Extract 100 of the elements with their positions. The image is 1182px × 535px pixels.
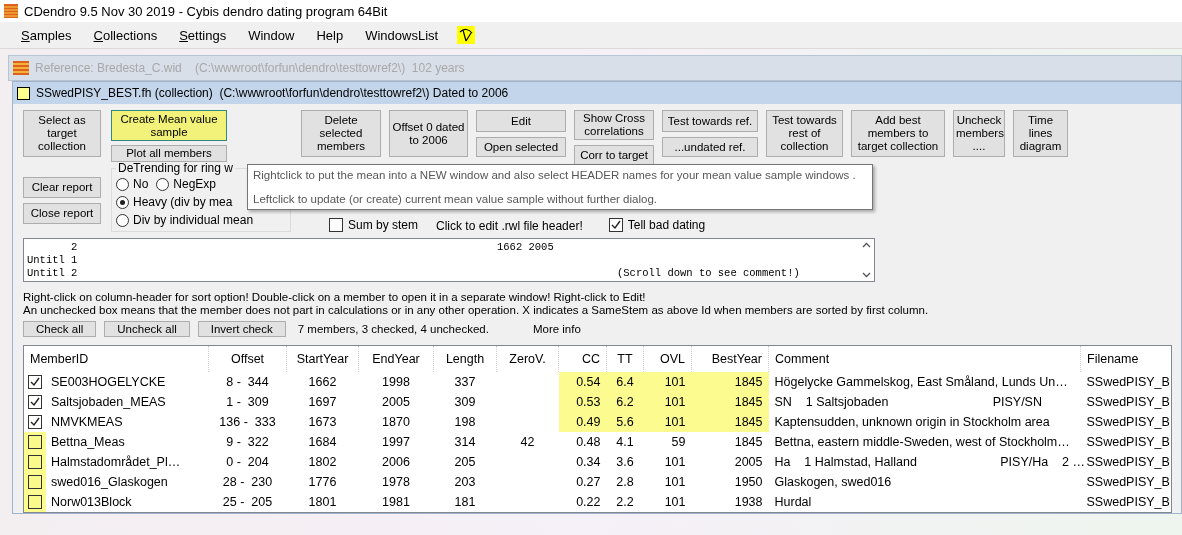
- edit-header-link[interactable]: Click to edit .rwl file header!: [436, 219, 583, 233]
- row-checkbox[interactable]: [28, 495, 42, 509]
- create-mean-button[interactable]: Create Mean value sample: [111, 110, 227, 141]
- row-checkbox[interactable]: [28, 435, 42, 449]
- column-header[interactable]: EndYear: [358, 345, 434, 372]
- table-cell: Hurdal: [768, 492, 1081, 513]
- sum-by-stem-checkbox[interactable]: Sum by stem: [329, 218, 419, 232]
- row-checkbox[interactable]: [28, 375, 42, 389]
- toolbar-button[interactable]: Delete selected members: [301, 110, 381, 157]
- report-text: (Scroll down to see comment!): [617, 267, 800, 280]
- tooltip-text: Rightclick to put the mean into a NEW window and also select HEADER names for your mean value sample windows .: [253, 169, 857, 181]
- table-cell: 1870: [358, 412, 434, 432]
- menu-item[interactable]: WindowsList: [354, 27, 450, 43]
- check-icon: [610, 220, 621, 230]
- reference-icon: [13, 61, 29, 75]
- table-cell: 1981: [358, 492, 434, 513]
- table-cell: 2005: [691, 452, 769, 472]
- table-cell: 1938: [691, 492, 769, 513]
- radio-circle[interactable]: [116, 177, 129, 191]
- menu-item[interactable]: Settings: [168, 27, 238, 43]
- table-cell: 1801: [286, 492, 359, 513]
- radio-option[interactable]: Heavy (div by mea: [116, 195, 233, 209]
- toolbar-button[interactable]: Uncheck members ....: [953, 110, 1005, 157]
- table-cell: SSwedPISY_B: [1080, 472, 1172, 492]
- row-checkbox[interactable]: [28, 455, 42, 469]
- menu-item[interactable]: Help: [305, 27, 355, 43]
- scroll-up-icon[interactable]: [862, 242, 871, 248]
- table-cell: 0.49: [558, 412, 607, 432]
- close-report-button[interactable]: Close report: [23, 203, 101, 224]
- table-cell: 101: [643, 392, 692, 412]
- column-header[interactable]: MemberID: [23, 345, 209, 372]
- toolbar-button[interactable]: Test towards ref.: [662, 110, 758, 132]
- table-cell: SSwedPISY_B: [1080, 432, 1172, 452]
- table-cell: 5.6: [606, 412, 644, 432]
- table-cell: 59: [643, 432, 692, 452]
- radio-option[interactable]: Div by individual mean: [116, 213, 254, 227]
- select-target-button[interactable]: Select as target collection: [23, 110, 101, 157]
- column-header[interactable]: Filename: [1080, 345, 1172, 372]
- row-checkbox[interactable]: [28, 475, 42, 489]
- table-cell: 101: [643, 412, 692, 432]
- column-header[interactable]: StartYear: [286, 345, 359, 372]
- toolbar-button[interactable]: Show Cross correlations: [574, 110, 654, 140]
- column-header[interactable]: ZeroV.: [496, 345, 559, 372]
- toolbar-button[interactable]: Corr to target: [574, 145, 654, 165]
- menu-item[interactable]: Window: [237, 27, 306, 43]
- toolbar-button[interactable]: Test towards rest of collection: [766, 110, 843, 157]
- table-cell: 101: [643, 452, 692, 472]
- tell-bad-dating-checkbox[interactable]: Tell bad dating: [608, 218, 706, 232]
- radio-circle[interactable]: [116, 195, 129, 209]
- table-cell: 203: [433, 472, 497, 492]
- table-cell: 1845: [691, 392, 769, 412]
- column-header[interactable]: Length: [433, 345, 497, 372]
- table-cell: Saltsjobaden_MEAS: [51, 395, 166, 409]
- toolbar-button[interactable]: Open selected: [476, 137, 566, 157]
- table-cell: 1684: [286, 432, 359, 452]
- collection-icon: [17, 86, 30, 100]
- table-cell: 3.6: [606, 452, 644, 472]
- row-checkbox[interactable]: [28, 415, 42, 429]
- radio-circle[interactable]: [156, 177, 170, 191]
- toolbar-button[interactable]: Edit: [476, 110, 566, 132]
- table-cell: SSwedPISY_B: [1080, 392, 1172, 412]
- table-cell: 2005: [358, 392, 434, 412]
- table-cell: 101: [643, 372, 692, 392]
- info-text: An unchecked box means that the member does not part in calculations or in any other operation. X indicates a SameStem as above Id when members are sorted by first column.: [23, 304, 930, 317]
- table-cell: 0.22: [558, 492, 607, 513]
- row-checkbox[interactable]: [28, 395, 42, 409]
- table-cell: 0 - 204: [208, 452, 287, 472]
- table-cell: 0.48: [558, 432, 607, 452]
- table-cell: 1697: [286, 392, 359, 412]
- check-button[interactable]: Check all: [23, 321, 97, 337]
- table-cell: 2.8: [606, 472, 644, 492]
- check-button[interactable]: Invert check: [197, 321, 286, 337]
- report-text: 1662 2005: [497, 241, 554, 254]
- table-cell: 1673: [286, 412, 359, 432]
- check-button[interactable]: Uncheck all: [104, 321, 190, 337]
- table-cell: 28 - 230: [208, 472, 287, 492]
- table-cell: 136 - 333: [208, 412, 287, 432]
- toolbar-button[interactable]: Add best members to target collection: [851, 110, 945, 157]
- table-cell: 1802: [286, 452, 359, 472]
- table-cell: swed016_Glaskogen: [51, 475, 168, 489]
- table-cell: SSwedPISY_B: [1080, 492, 1172, 513]
- toolbar-button[interactable]: Time lines diagram: [1013, 110, 1068, 157]
- toolbar-button[interactable]: ...undated ref.: [662, 137, 758, 157]
- radio-circle[interactable]: [116, 213, 129, 227]
- menu-item[interactable]: Collections: [82, 27, 169, 43]
- radio-option[interactable]: NegExp: [156, 177, 217, 191]
- radio-option[interactable]: No: [116, 177, 149, 191]
- more-info-link[interactable]: More info: [532, 323, 581, 335]
- clear-report-button[interactable]: Clear report: [23, 177, 101, 198]
- table-cell: 1845: [691, 412, 769, 432]
- tree-icon[interactable]: [457, 26, 476, 44]
- table-cell: Norw013Block: [51, 495, 132, 509]
- toolbar-button[interactable]: Offset 0 dated to 2006: [389, 110, 468, 157]
- column-header[interactable]: Offset: [208, 345, 287, 372]
- table-cell: 101: [643, 492, 692, 513]
- scroll-down-icon[interactable]: [862, 272, 871, 278]
- menu-item[interactable]: Samples: [10, 27, 83, 43]
- tooltip-text: Leftclick to update (or create) current mean value sample without further dialog.: [253, 193, 658, 205]
- table-cell: 1978: [358, 472, 434, 492]
- plot-members-button[interactable]: Plot all members: [111, 145, 227, 162]
